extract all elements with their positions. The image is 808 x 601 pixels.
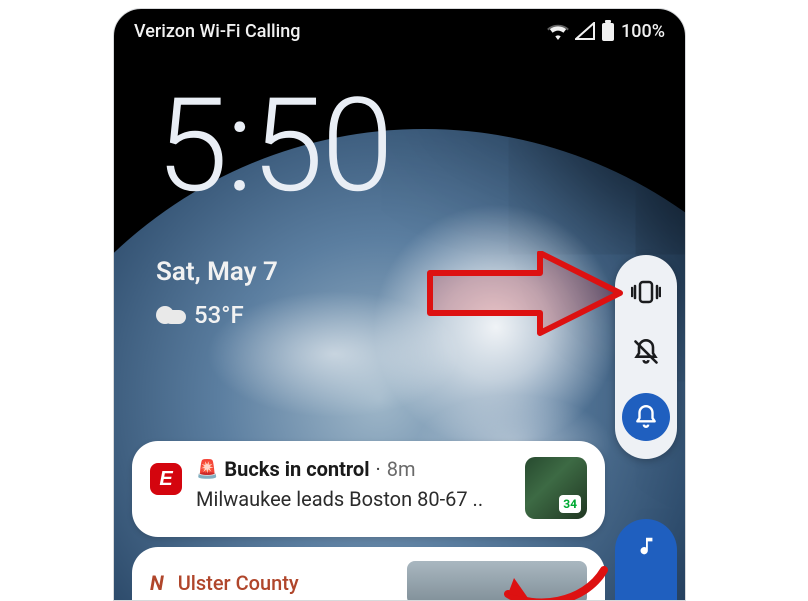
silent-mode-button[interactable] <box>627 333 665 371</box>
bell-off-icon <box>632 338 660 366</box>
status-bar: Verizon Wi-Fi Calling 100% <box>114 9 685 53</box>
notification-thumbnail <box>407 561 587 601</box>
signal-icon <box>575 22 595 40</box>
notification-body: Milwaukee leads Boston 80-67 .. <box>196 487 511 511</box>
separator-dot: · <box>376 457 381 481</box>
espn-app-icon: E <box>150 463 182 495</box>
media-volume-slider[interactable] <box>615 519 677 601</box>
wifi-icon <box>547 22 569 40</box>
weather-temp: 53°F <box>194 301 244 329</box>
notification-age: 8m <box>387 457 416 481</box>
battery-percent: 100% <box>621 21 665 42</box>
siren-icon: 🚨 <box>196 459 218 480</box>
notification-stack[interactable]: E 🚨 Bucks in control · 8m Milwaukee lead… <box>132 441 605 601</box>
status-icons: 100% <box>547 20 665 42</box>
notification-card[interactable]: E 🚨 Bucks in control · 8m Milwaukee lead… <box>132 441 605 537</box>
notification-thumbnail <box>525 457 587 519</box>
notification-card[interactable]: N Ulster County <box>132 547 605 601</box>
carrier-label: Verizon Wi-Fi Calling <box>134 21 300 42</box>
vibrate-mode-button[interactable] <box>627 273 665 311</box>
lockscreen-date[interactable]: Sat, May 7 <box>156 257 278 287</box>
battery-icon <box>601 20 615 42</box>
vibrate-icon <box>631 280 661 304</box>
notification-title: Ulster County <box>178 571 299 595</box>
notification-title: Bucks in control <box>224 457 369 481</box>
lockscreen-clock: 5:50 <box>156 81 392 211</box>
ring-mode-button[interactable] <box>622 393 670 441</box>
news-app-icon: N <box>150 571 164 595</box>
sound-mode-panel[interactable] <box>615 255 677 459</box>
music-note-icon <box>635 535 657 557</box>
bell-icon <box>633 404 659 430</box>
weather-widget[interactable]: 53°F <box>156 301 278 329</box>
phone-lockscreen: Verizon Wi-Fi Calling 100% 5:50 Sat, May… <box>113 8 686 601</box>
cloud-icon <box>156 306 184 324</box>
